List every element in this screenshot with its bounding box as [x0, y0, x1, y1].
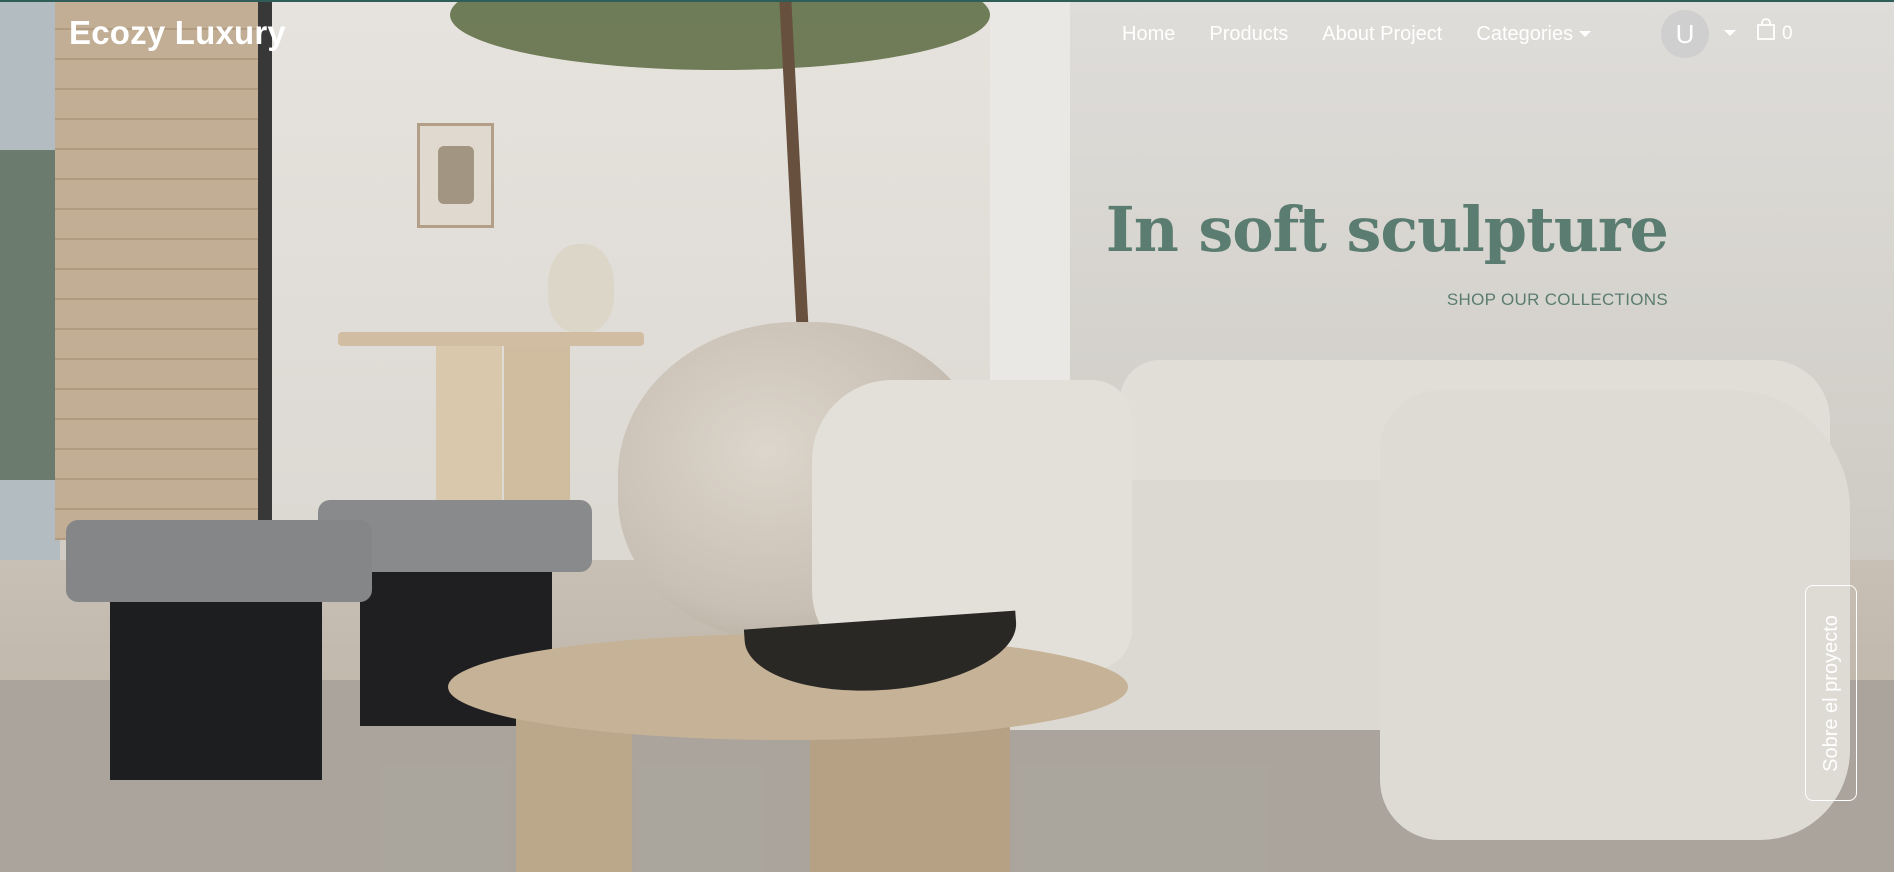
shop-collections-link[interactable]: SHOP OUR COLLECTIONS	[1340, 290, 1668, 310]
user-avatar[interactable]: U	[1661, 10, 1709, 58]
main-navbar: Ecozy Luxury Home Products About Project…	[0, 0, 1894, 70]
nav-link-categories[interactable]: Categories	[1476, 20, 1592, 48]
side-tab-label: Sobre el proyecto	[1819, 614, 1842, 772]
hero-background-image	[0, 0, 1894, 872]
user-menu-chevron-down-icon[interactable]	[1724, 30, 1736, 36]
categories-label: Categories	[1476, 22, 1574, 45]
about-project-side-tab[interactable]: Sobre el proyecto	[1805, 585, 1857, 801]
brand-logo[interactable]: Ecozy Luxury	[69, 14, 286, 52]
cart-count-badge: 0	[1782, 23, 1793, 44]
nav-link-products[interactable]: Products	[1209, 20, 1288, 48]
nav-link-home[interactable]: Home	[1122, 20, 1175, 48]
nav-links: Home Products About Project Categories	[1122, 20, 1625, 48]
shopping-bag-icon	[1756, 18, 1776, 44]
image-overlay	[0, 0, 1894, 872]
nav-link-about-project[interactable]: About Project	[1322, 20, 1442, 48]
hero-headline: In soft sculpture	[1105, 193, 1669, 266]
top-accent-line	[0, 0, 1894, 2]
chevron-down-icon	[1579, 31, 1592, 37]
cart-button[interactable]: 0	[1756, 18, 1793, 44]
